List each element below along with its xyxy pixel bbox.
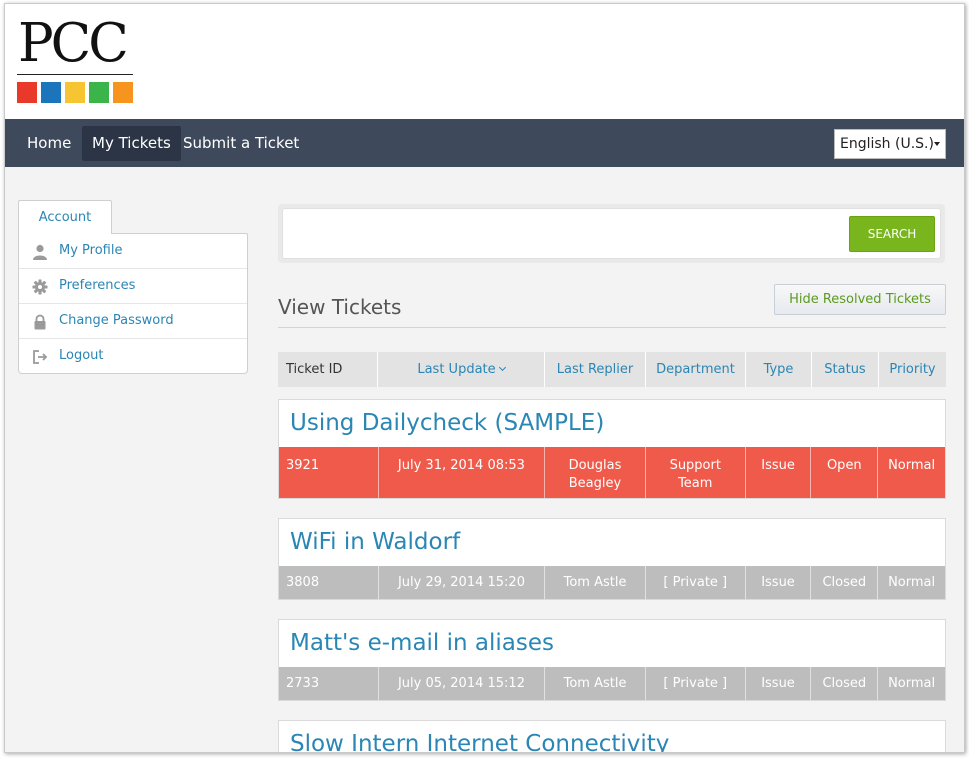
page-title: View Tickets (278, 295, 402, 319)
ticket-department: [ Private ] (646, 667, 746, 700)
site-header: PCC (5, 4, 964, 119)
logo-squares (17, 82, 133, 103)
ticket-type: Issue (746, 566, 812, 599)
ticket-type: Issue (746, 667, 812, 700)
title-divider (278, 327, 946, 328)
sidebar-item-preferences[interactable]: Preferences (19, 269, 247, 304)
pcc-logo[interactable]: PCC (17, 16, 133, 103)
search-input[interactable] (289, 217, 844, 250)
logo-rule (17, 74, 133, 75)
ticket-last-replier: Tom Astle (545, 566, 646, 599)
logo-square-orange (113, 82, 133, 103)
column-type[interactable]: Type (746, 352, 812, 387)
account-menu: My Profile Preferences Change Password L… (18, 233, 248, 374)
logo-square-yellow (65, 82, 85, 103)
column-label: Last Update (417, 362, 496, 377)
ticket-row[interactable]: 3808 July 29, 2014 15:20 Tom Astle [ Pri… (279, 566, 945, 599)
browser-frame: PCC Home My Tickets Submit a Ticket Engl… (4, 3, 965, 753)
ticket-priority: Normal (888, 458, 936, 473)
gear-icon (32, 279, 48, 295)
ticket-priority: Normal (888, 575, 936, 590)
hide-resolved-button[interactable]: Hide Resolved Tickets (774, 284, 946, 315)
sidebar-item-my-profile[interactable]: My Profile (19, 234, 247, 269)
column-ticket-id: Ticket ID (278, 352, 378, 387)
sidebar-item-label: My Profile (59, 243, 123, 258)
column-last-replier[interactable]: Last Replier (545, 352, 646, 387)
tab-account[interactable]: Account (18, 200, 112, 234)
ticket-title-link[interactable]: Matt's e-mail in aliases (279, 620, 945, 667)
sidebar-item-label: Preferences (59, 278, 136, 293)
sidebar-item-logout[interactable]: Logout (19, 339, 247, 374)
sidebar-item-label: Change Password (59, 313, 174, 328)
logo-square-red (17, 82, 37, 103)
chevron-down-icon (498, 363, 506, 372)
logo-square-blue (41, 82, 61, 103)
ticket-last-update: July 29, 2014 15:20 (379, 566, 546, 599)
column-department[interactable]: Department (646, 352, 746, 387)
logout-icon (33, 350, 48, 364)
ticket-id: 3921 (279, 447, 379, 498)
column-status[interactable]: Status (812, 352, 879, 387)
ticket-status: Closed (811, 667, 879, 700)
ticket-id: 2733 (279, 667, 379, 700)
tickets-table-header: Ticket ID Last Update Last Replier Depar… (278, 352, 946, 387)
ticket-card: WiFi in Waldorf 3808 July 29, 2014 15:20… (278, 518, 946, 600)
sidebar-item-label: Logout (59, 348, 104, 363)
ticket-last-replier: Tom Astle (545, 667, 646, 700)
lock-icon (34, 314, 46, 330)
ticket-type: Issue (746, 447, 812, 498)
user-icon (33, 244, 47, 260)
ticket-card: Using Dailycheck (SAMPLE) 3921 July 31, … (278, 399, 946, 499)
ticket-last-replier: Douglas Beagley (545, 447, 646, 498)
logo-square-green (89, 82, 109, 103)
search-button[interactable]: SEARCH (849, 216, 935, 252)
ticket-card: Matt's e-mail in aliases 2733 July 05, 2… (278, 619, 946, 701)
sidebar-item-change-password[interactable]: Change Password (19, 304, 247, 339)
ticket-card: Slow Intern Internet Connectivity (278, 720, 946, 752)
ticket-priority: Normal (888, 676, 936, 691)
nav-my-tickets[interactable]: My Tickets (82, 126, 181, 161)
ticket-title-link[interactable]: Slow Intern Internet Connectivity (279, 721, 945, 752)
ticket-department: Support Team (646, 447, 746, 498)
ticket-last-update: July 05, 2014 15:12 (379, 667, 546, 700)
caret-down-icon (934, 142, 940, 146)
search-field-wrapper: SEARCH (282, 208, 941, 259)
ticket-id: 3808 (279, 566, 379, 599)
ticket-title-link[interactable]: WiFi in Waldorf (279, 519, 945, 566)
logo-text: PCC (18, 13, 129, 74)
ticket-row[interactable]: 2733 July 05, 2014 15:12 Tom Astle [ Pri… (279, 667, 945, 700)
nav-submit-ticket[interactable]: Submit a Ticket (173, 126, 309, 161)
ticket-row[interactable]: 3921 July 31, 2014 08:53 Douglas Beagley… (279, 447, 945, 498)
search-panel: SEARCH (278, 204, 945, 263)
ticket-status: Closed (811, 566, 879, 599)
ticket-title-link[interactable]: Using Dailycheck (SAMPLE) (279, 400, 945, 447)
language-select[interactable]: English (U.S.) (834, 129, 946, 159)
column-last-update[interactable]: Last Update (378, 352, 545, 387)
ticket-department: [ Private ] (646, 566, 746, 599)
language-value: English (U.S.) (840, 136, 934, 152)
ticket-status: Open (811, 447, 879, 498)
nav-home[interactable]: Home (17, 126, 81, 161)
main-navbar: Home My Tickets Submit a Ticket English … (5, 119, 964, 167)
column-priority[interactable]: Priority (879, 352, 946, 387)
ticket-last-update: July 31, 2014 08:53 (379, 447, 546, 498)
